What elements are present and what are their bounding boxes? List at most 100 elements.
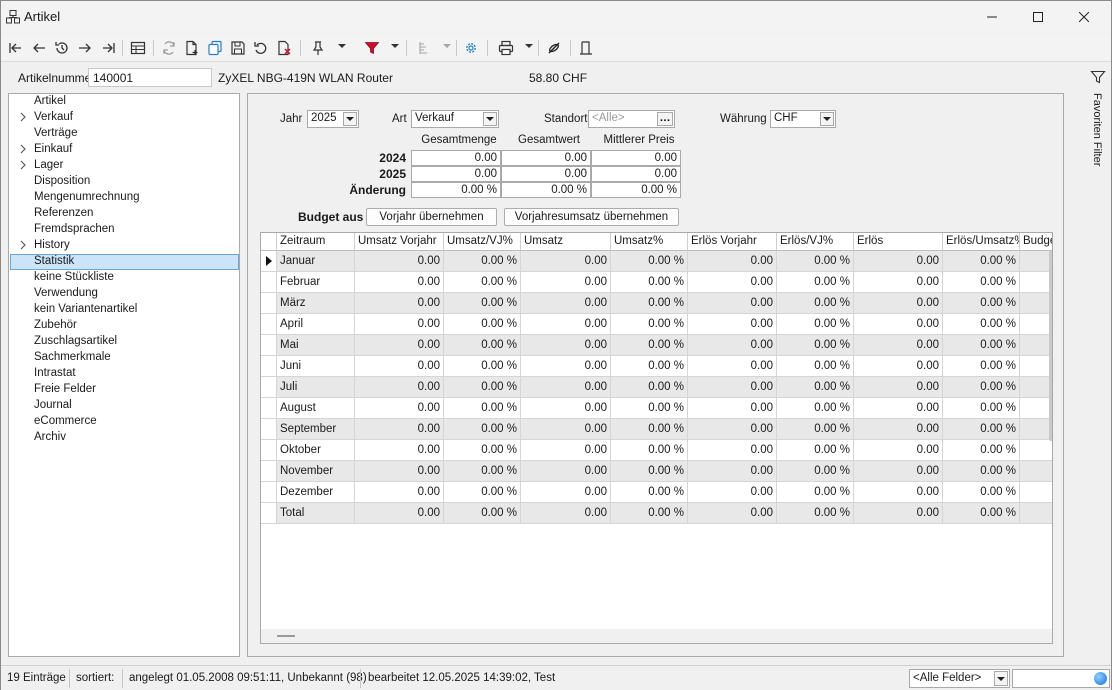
table-cell[interactable]: 0.00 (854, 461, 943, 482)
row-indicator[interactable] (261, 272, 277, 293)
table-cell[interactable]: 0.00 % (943, 503, 1020, 524)
table-row[interactable]: Juli 0.00 0.00 % 0.00 0.00 % 0.00 0.00 % 0.00 0.… (261, 377, 1052, 398)
article-number-input[interactable]: 140001 (88, 68, 212, 87)
globe-icon[interactable] (1094, 672, 1107, 685)
table-cell[interactable]: 0.00 % (943, 251, 1020, 272)
table-cell[interactable]: 0.00 (521, 293, 611, 314)
first-record-button[interactable] (5, 37, 27, 59)
table-cell[interactable]: 0.00 % (777, 482, 854, 503)
table-cell[interactable]: 0.00 % (777, 503, 854, 524)
table-cell[interactable]: 0.00 % (943, 335, 1020, 356)
chevron-down-icon[interactable] (820, 112, 834, 126)
period-cell[interactable]: Dezember (277, 482, 355, 503)
table-row[interactable]: Februar 0.00 0.00 % 0.00 0.00 % 0.00 0.00 % 0.0… (261, 272, 1052, 293)
table-cell[interactable]: 0.00 (355, 377, 444, 398)
row-indicator[interactable] (261, 293, 277, 314)
period-cell[interactable]: November (277, 461, 355, 482)
table-cell[interactable]: 0.00 (521, 419, 611, 440)
expand-chevron-icon[interactable] (18, 144, 28, 154)
save-button[interactable] (227, 37, 249, 59)
table-cell[interactable]: 0.00 % (943, 440, 1020, 461)
row-indicator[interactable] (261, 461, 277, 482)
table-row[interactable]: August 0.00 0.00 % 0.00 0.00 % 0.00 0.00 % 0.00… (261, 398, 1052, 419)
row-indicator[interactable] (261, 251, 277, 272)
nav-item-history[interactable]: History (10, 238, 239, 254)
previous-record-button[interactable] (28, 37, 50, 59)
table-cell[interactable]: 0.00 (355, 482, 444, 503)
table-cell[interactable]: 0.00 % (777, 335, 854, 356)
settings-button[interactable] (460, 37, 482, 59)
column-header[interactable]: Umsatz/VJ% (444, 233, 521, 251)
table-cell[interactable]: 0.00 % (611, 398, 688, 419)
table-row[interactable]: Juni 0.00 0.00 % 0.00 0.00 % 0.00 0.00 % 0.00 0.… (261, 356, 1052, 377)
table-cell[interactable]: 0.00 (688, 482, 777, 503)
table-cell[interactable]: 0.00 (854, 272, 943, 293)
chevron-down-icon[interactable] (483, 112, 497, 126)
table-cell[interactable]: 0.00 (688, 419, 777, 440)
table-cell[interactable]: 0.00 % (611, 419, 688, 440)
table-cell[interactable]: 0.00 % (444, 335, 521, 356)
minimize-button[interactable] (969, 1, 1015, 33)
table-cell[interactable]: 0.00 % (611, 461, 688, 482)
table-cell[interactable]: 0.00 (854, 377, 943, 398)
table-cell[interactable]: 0.00 % (943, 377, 1020, 398)
table-cell[interactable]: 0.00 (521, 377, 611, 398)
table-cell[interactable]: 0.00 (854, 293, 943, 314)
table-cell[interactable]: 0.00 (854, 398, 943, 419)
table-cell[interactable]: 0.00 % (444, 293, 521, 314)
period-cell[interactable]: Juni (277, 356, 355, 377)
table-cell[interactable]: 0.00 % (943, 356, 1020, 377)
pin-dropdown-icon[interactable] (338, 44, 346, 48)
table-cell[interactable]: 0.00 % (943, 419, 1020, 440)
table-row[interactable]: Dezember 0.00 0.00 % 0.00 0.00 % 0.00 0.00 % 0.… (261, 482, 1052, 503)
table-cell[interactable]: 0.00 (521, 251, 611, 272)
currency-select[interactable]: CHF (770, 110, 836, 128)
location-browse-button[interactable]: … (657, 112, 673, 126)
table-cell[interactable]: 0.00 (521, 503, 611, 524)
table-cell[interactable]: 0.00 (854, 419, 943, 440)
table-cell[interactable]: 0.00 (355, 419, 444, 440)
table-cell[interactable]: 0.00 % (777, 251, 854, 272)
expand-chevron-icon[interactable] (18, 240, 28, 250)
nav-item-einkauf[interactable]: Einkauf (10, 142, 239, 158)
column-header[interactable]: Erlös/VJ% (777, 233, 854, 251)
close-button[interactable] (1061, 1, 1107, 33)
table-view-button[interactable] (127, 37, 149, 59)
table-cell[interactable]: 0.00 (854, 314, 943, 335)
table-cell[interactable]: 0.00 % (943, 482, 1020, 503)
quick-search-input[interactable] (1012, 669, 1110, 688)
table-cell[interactable]: 0.00 (521, 335, 611, 356)
nav-item-fremdsprachen[interactable]: Fremdsprachen (10, 222, 239, 238)
location-field[interactable]: <Alle> … (588, 110, 675, 128)
nav-item-zubehoer[interactable]: Zubehör (10, 318, 239, 334)
table-cell[interactable]: 0.00 (355, 398, 444, 419)
table-cell[interactable]: 0.00 % (444, 482, 521, 503)
table-cell[interactable]: 0.00 (688, 314, 777, 335)
period-cell[interactable]: Februar (277, 272, 355, 293)
nav-item-variantenartikel[interactable]: kein Variantenartikel (10, 302, 239, 318)
table-cell[interactable]: 0.00 (688, 440, 777, 461)
expand-chevron-icon[interactable] (18, 160, 28, 170)
period-cell[interactable]: Oktober (277, 440, 355, 461)
row-indicator[interactable] (261, 356, 277, 377)
column-header[interactable]: Umsatz Vorjahr (355, 233, 444, 251)
table-row[interactable]: April 0.00 0.00 % 0.00 0.00 % 0.00 0.00 % 0.00 0… (261, 314, 1052, 335)
table-cell[interactable]: 0.00 % (444, 419, 521, 440)
filter-button[interactable] (361, 37, 383, 59)
table-cell[interactable]: 0.00 % (444, 440, 521, 461)
table-cell[interactable]: 0.00 (521, 398, 611, 419)
table-cell[interactable] (1020, 461, 1052, 482)
table-cell[interactable]: 0.00 % (611, 251, 688, 272)
table-cell[interactable]: 0.00 % (611, 335, 688, 356)
table-cell[interactable]: 0.00 % (777, 419, 854, 440)
table-cell[interactable]: 0.00 % (611, 377, 688, 398)
table-cell[interactable]: 0.00 % (943, 461, 1020, 482)
table-cell[interactable]: 0.00 (355, 335, 444, 356)
table-cell[interactable]: 0.00 (688, 293, 777, 314)
nav-item-freie-felder[interactable]: Freie Felder (10, 382, 239, 398)
table-cell[interactable]: 0.00 (521, 482, 611, 503)
table-cell[interactable]: 0.00 % (777, 461, 854, 482)
refresh-button[interactable] (158, 37, 180, 59)
period-cell[interactable]: April (277, 314, 355, 335)
nav-item-sachmerkmale[interactable]: Sachmerkmale (10, 350, 239, 366)
